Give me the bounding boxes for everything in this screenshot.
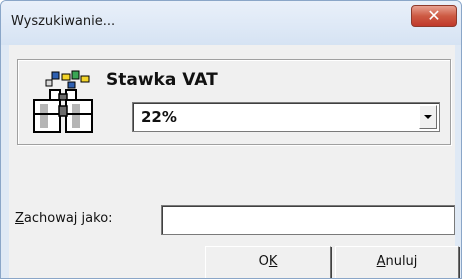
vat-rate-dropdown[interactable]: 22% bbox=[132, 102, 440, 132]
ok-mnemonic: K bbox=[268, 254, 278, 269]
ok-label-prefix: O bbox=[258, 254, 269, 269]
close-button[interactable]: ✕ bbox=[411, 5, 457, 27]
save-as-input[interactable] bbox=[161, 205, 455, 235]
field-label: Stawka VAT bbox=[106, 70, 218, 90]
search-dialog: Wyszukiwanie... ✕ Stawka VAT 22% Zachowa… bbox=[0, 0, 462, 279]
close-icon: ✕ bbox=[427, 6, 441, 25]
binoculars-icon bbox=[33, 70, 93, 133]
save-as-label: Zachowaj jako: bbox=[15, 211, 113, 226]
save-as-mnemonic: Z bbox=[15, 211, 24, 226]
window-title: Wyszukiwanie... bbox=[11, 14, 116, 29]
ok-button[interactable]: OK bbox=[205, 246, 331, 278]
dropdown-selected-value: 22% bbox=[141, 108, 177, 126]
cancel-button[interactable]: Anuluj bbox=[335, 246, 459, 278]
dialog-body: Stawka VAT 22% Zachowaj jako: OK Anuluj bbox=[9, 45, 459, 278]
chevron-down-icon bbox=[424, 115, 432, 119]
search-group: Stawka VAT 22% bbox=[17, 59, 451, 145]
title-bar[interactable]: Wyszukiwanie... ✕ bbox=[1, 1, 461, 45]
save-as-label-text: achowaj jako: bbox=[23, 211, 113, 226]
cancel-label-text: nuluj bbox=[385, 254, 418, 269]
dropdown-arrow-button[interactable] bbox=[419, 105, 437, 129]
